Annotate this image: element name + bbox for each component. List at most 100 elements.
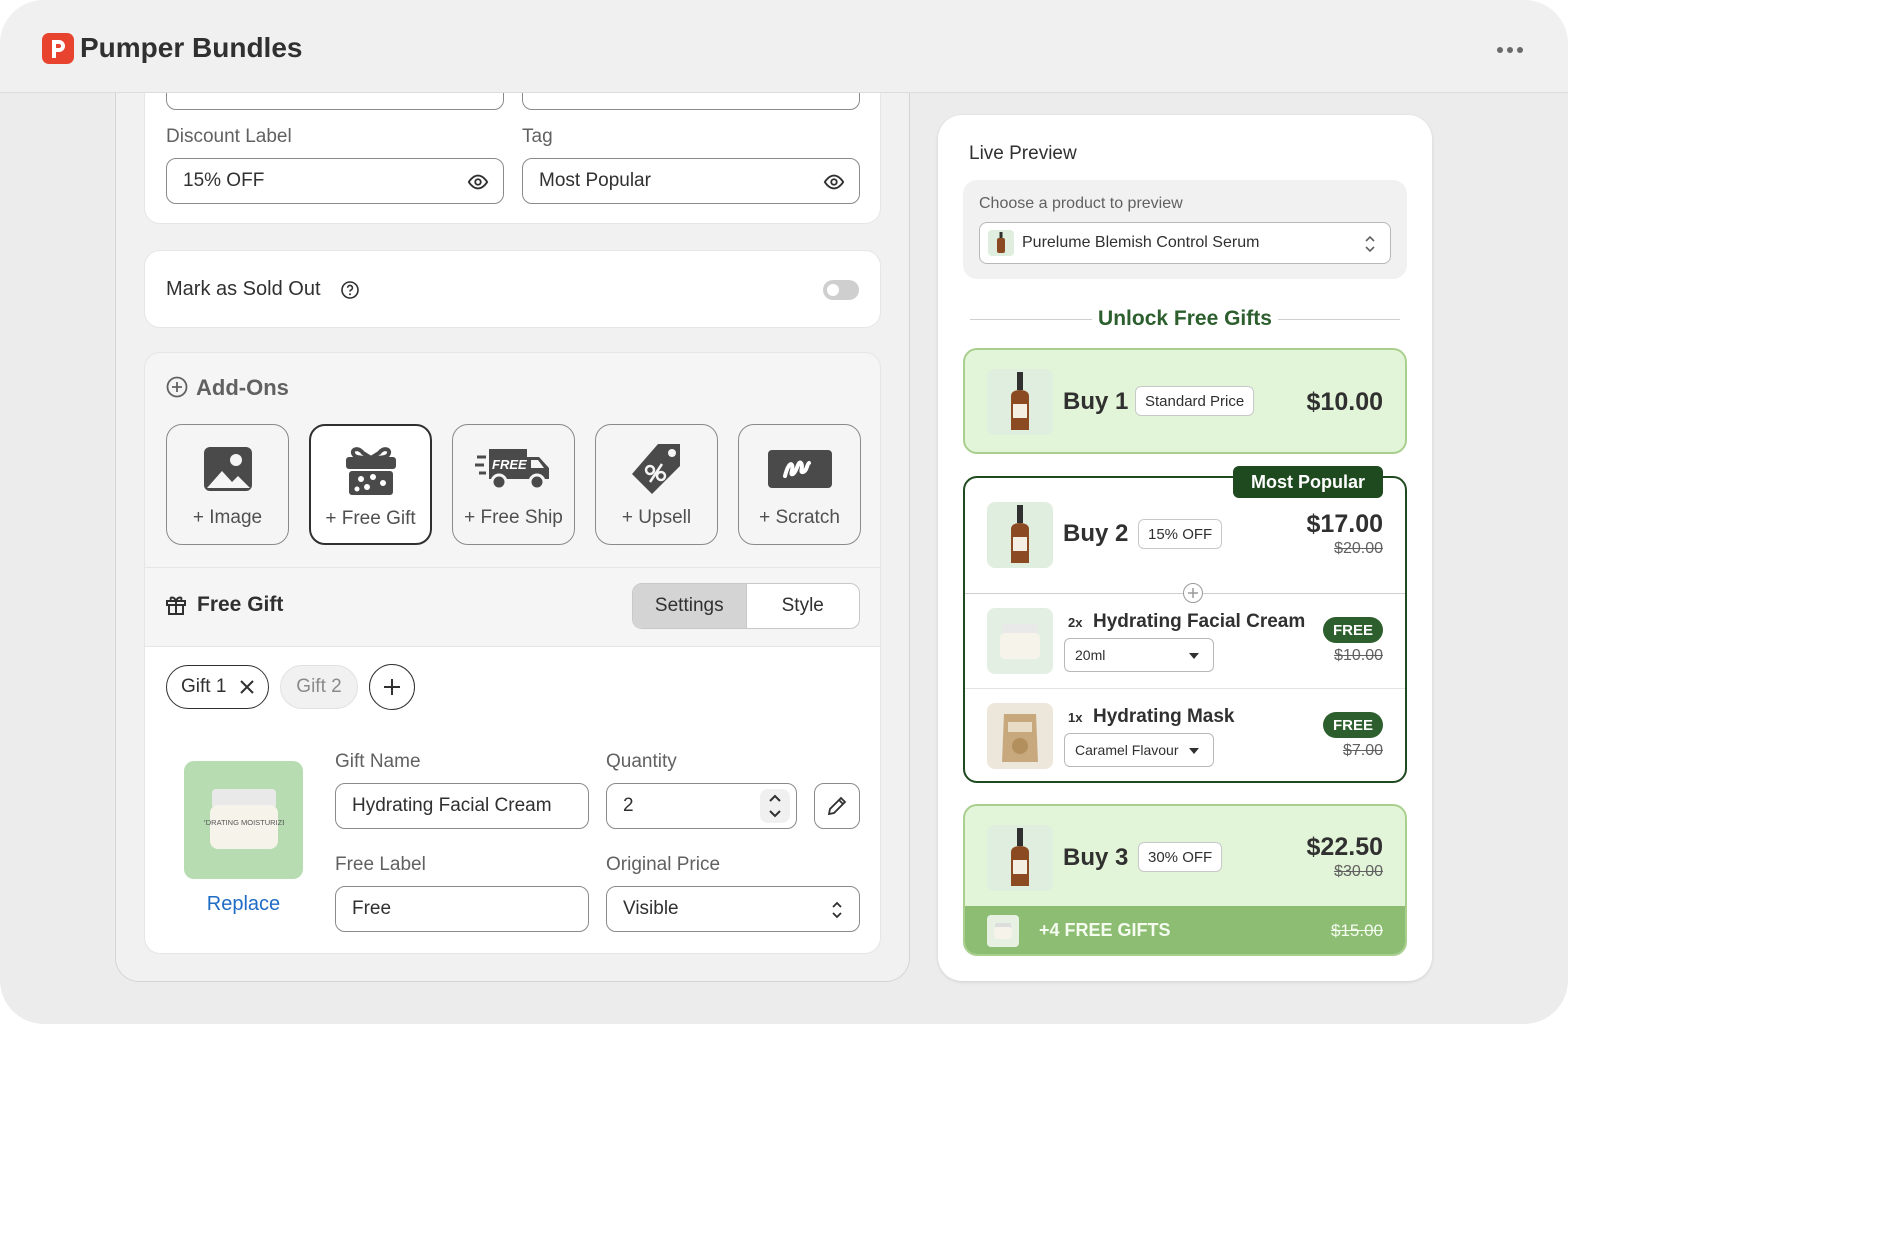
product-select[interactable]: Purelume Blemish Control Serum: [979, 222, 1391, 264]
quantity-value: 2: [623, 795, 634, 816]
gift-name-label: Gift Name: [335, 751, 421, 772]
eye-icon[interactable]: [467, 171, 489, 193]
settings-style-tabs: Settings Style: [632, 583, 860, 629]
stepper-buttons[interactable]: [760, 789, 790, 823]
offer-3-footer: +4 FREE GIFTS $15.00: [965, 906, 1405, 954]
serum-thumb: [987, 369, 1053, 435]
discount-label-value: 15% OFF: [183, 170, 265, 191]
gift-row-1-qty: 2x: [1068, 615, 1083, 630]
addon-image-button[interactable]: + Image: [166, 424, 289, 545]
discount-card: Discount Label Tag 15% OFF Most Popular: [144, 93, 881, 224]
offer-buy-2[interactable]: Most Popular Buy 2 15% OFF $17.00 $20.00…: [963, 466, 1407, 783]
addon-free-ship-button[interactable]: FREE + Free Ship: [452, 424, 575, 545]
discount-label-label: Discount Label: [166, 126, 292, 147]
chevron-down-icon[interactable]: [768, 809, 782, 819]
addon-image-label: + Image: [192, 507, 263, 528]
divider-left: [970, 319, 1092, 320]
gift-2-chip[interactable]: Gift 2: [280, 665, 358, 709]
footer-gift-thumb: [987, 915, 1019, 947]
unlock-heading: Unlock Free Gifts: [1098, 307, 1272, 330]
cream-thumb: [987, 608, 1053, 674]
gift-row-1-original: $10.00: [1334, 647, 1383, 664]
chooser-label: Choose a product to preview: [979, 195, 1183, 212]
gift-row-2-name: Hydrating Mask: [1093, 706, 1235, 727]
selected-product: Purelume Blemish Control Serum: [1022, 234, 1260, 251]
gift-image-text: HYDRATING MOISTURIZER: [204, 818, 284, 827]
app-title: Pumper Bundles: [80, 32, 303, 63]
original-price-select[interactable]: Visible: [606, 886, 860, 932]
free-shipping-truck-icon: FREE: [474, 449, 549, 491]
footer-free-gifts-text: +4 FREE GIFTS: [1039, 920, 1171, 940]
more-options-icon[interactable]: [1490, 36, 1530, 64]
addon-upsell-button[interactable]: + Upsell: [595, 424, 718, 545]
addon-free-ship-label: + Free Ship: [464, 507, 563, 528]
gift-2-label: Gift 2: [296, 676, 342, 697]
pencil-icon: [827, 796, 847, 816]
gift-row-1-name: Hydrating Facial Cream: [1093, 611, 1306, 632]
free-gift-title: Free Gift: [197, 593, 284, 616]
gift-row-2-original: $7.00: [1342, 742, 1383, 759]
offer-1-badge: Standard Price: [1135, 386, 1255, 416]
add-gift-button[interactable]: [369, 664, 415, 710]
free-label-label: Free Label: [335, 854, 426, 875]
serum-thumb: [987, 502, 1053, 568]
gift-name-value: Hydrating Facial Cream: [352, 795, 552, 816]
divider-right: [1278, 319, 1400, 320]
tab-settings[interactable]: Settings: [633, 584, 747, 628]
gift-row-2-variant-select[interactable]: Caramel Flavour: [1064, 733, 1214, 767]
free-label-input[interactable]: Free: [335, 886, 589, 932]
offer-1-price: $10.00: [1306, 388, 1383, 416]
sold-out-card: Mark as Sold Out: [144, 250, 881, 328]
product-thumb: [988, 230, 1014, 256]
addon-scratch-label: + Scratch: [759, 507, 840, 528]
top-bar: Pumper Bundles: [0, 0, 1568, 93]
close-icon[interactable]: [240, 680, 255, 694]
sold-out-label: Mark as Sold Out: [166, 278, 321, 300]
help-circle-icon[interactable]: [340, 280, 360, 300]
addon-upsell-label: + Upsell: [621, 507, 692, 528]
app-logo-icon: [42, 33, 74, 64]
gift-row-1-free-badge: FREE: [1323, 617, 1383, 643]
gift-row-1-variant: 20ml: [1075, 647, 1106, 663]
addon-scratch-button[interactable]: + Scratch: [738, 424, 861, 545]
offer-3-badge: 30% OFF: [1138, 842, 1223, 872]
previous-field-left[interactable]: [166, 93, 504, 110]
live-preview-title: Live Preview: [969, 143, 1077, 164]
offer-buy-1[interactable]: Buy 1 Standard Price $10.00: [963, 348, 1407, 454]
eye-icon[interactable]: [823, 171, 845, 193]
offer-2-price: $17.00: [1306, 510, 1383, 538]
tag-value: Most Popular: [539, 170, 651, 191]
tag-input[interactable]: Most Popular: [522, 158, 860, 204]
gift-name-input[interactable]: Hydrating Facial Cream: [335, 783, 589, 829]
gift-image: HYDRATING MOISTURIZER: [184, 761, 303, 879]
plus-circle-icon: [166, 376, 188, 398]
offer-3-buy: Buy 3: [1063, 844, 1129, 871]
addon-free-gift-label: + Free Gift: [325, 508, 416, 529]
gift-row-2-free-badge: FREE: [1323, 712, 1383, 738]
offer-2-badge: 15% OFF: [1138, 519, 1223, 549]
gift-row-divider: [965, 688, 1405, 689]
offer-buy-3[interactable]: Buy 3 30% OFF $22.50 $30.00 +4 FREE GIFT…: [963, 804, 1407, 956]
offer-2-original: $20.00: [1334, 540, 1383, 557]
app-window: Pumper Bundles Discount Label Tag 15% OF…: [0, 0, 1568, 1024]
offer-1-buy: Buy 1: [1063, 388, 1129, 415]
gift-1-chip[interactable]: Gift 1: [166, 665, 269, 709]
offer-3-original: $30.00: [1334, 863, 1383, 880]
image-icon: [203, 447, 252, 491]
discount-label-input[interactable]: 15% OFF: [166, 158, 504, 204]
quantity-label: Quantity: [606, 751, 677, 772]
sold-out-toggle[interactable]: [823, 280, 859, 300]
previous-field-right[interactable]: [522, 93, 860, 110]
addon-free-gift-button[interactable]: + Free Gift: [309, 424, 432, 545]
gift-row-1-variant-select[interactable]: 20ml: [1064, 638, 1214, 672]
chevron-up-icon[interactable]: [768, 793, 782, 803]
plus-connector-icon: [1183, 583, 1203, 603]
live-preview-panel: Live Preview Choose a product to preview…: [938, 115, 1432, 981]
plus-icon: [384, 679, 400, 695]
gift-icon: [166, 596, 186, 615]
tab-style[interactable]: Style: [747, 584, 860, 628]
replace-link[interactable]: Replace: [184, 893, 303, 916]
product-chooser: Choose a product to preview Purelume Ble…: [963, 180, 1407, 279]
edit-button[interactable]: [814, 783, 860, 829]
quantity-stepper[interactable]: 2: [606, 783, 797, 829]
